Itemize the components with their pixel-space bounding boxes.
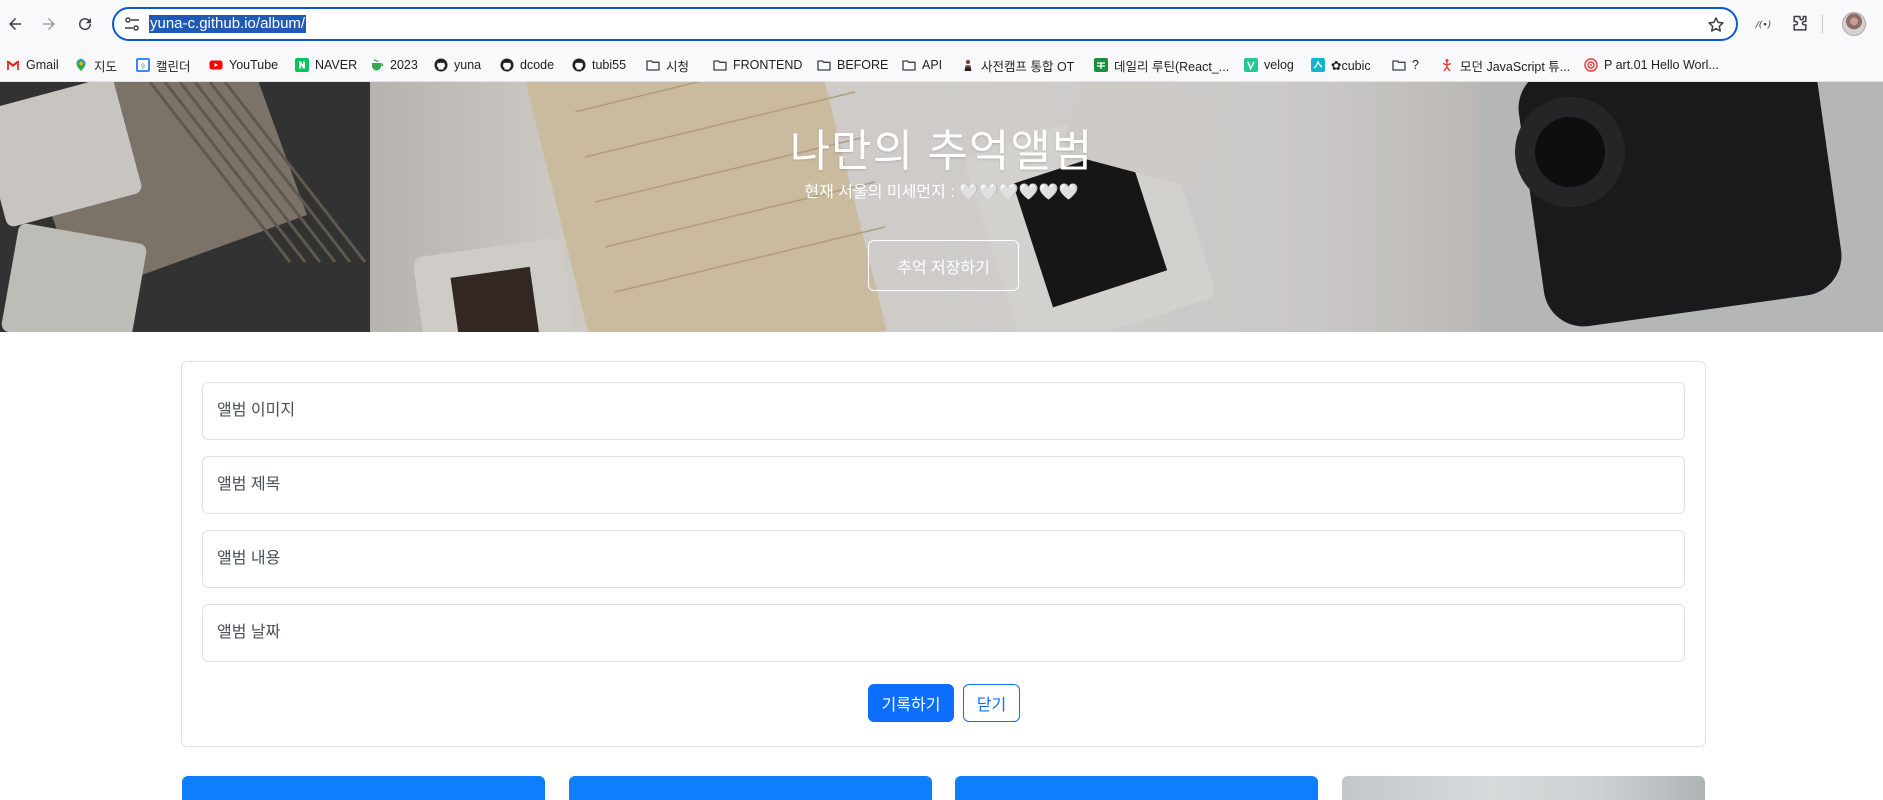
album-date-input[interactable] xyxy=(203,605,1684,661)
bookmark-label: 모던 JavaScript 튜... xyxy=(1460,59,1571,74)
bookmark-label: tubi55 xyxy=(592,58,627,72)
bookmark-label: velog xyxy=(1264,58,1294,72)
submit-record-button[interactable]: 기록하기 xyxy=(868,684,954,722)
bookmark-folder-frontend[interactable]: FRONTEND xyxy=(713,56,802,74)
arrow-right-icon xyxy=(43,18,55,30)
bookmark-dcode[interactable]: dcode xyxy=(500,56,554,74)
bookmark-folder-question[interactable]: ? xyxy=(1392,56,1419,74)
folder-icon xyxy=(1392,58,1406,72)
album-card[interactable] xyxy=(955,776,1318,800)
close-button[interactable]: 닫기 xyxy=(963,684,1020,722)
bookmark-label: FRONTEND xyxy=(733,58,803,72)
album-image-input[interactable] xyxy=(203,383,1684,439)
maps-icon xyxy=(74,58,88,72)
svg-text:9: 9 xyxy=(141,64,145,71)
bookmark-label: 데일리 루틴(React_... xyxy=(1114,59,1230,74)
folder-icon xyxy=(646,58,660,72)
bookmark-folder-시청[interactable]: 시청 xyxy=(646,56,689,74)
bookmark-label: YouTube xyxy=(229,58,279,72)
sheets-icon xyxy=(1094,58,1108,72)
bookmark-label: 시청 xyxy=(666,59,690,74)
cubic-icon xyxy=(1311,58,1325,72)
address-bar[interactable]: yuna-c.github.io/album/ xyxy=(112,7,1738,41)
reload-button[interactable] xyxy=(71,10,99,38)
folder-icon xyxy=(817,58,831,72)
bookmark-label: Gmail xyxy=(26,58,59,72)
bookmark-calendar[interactable]: 9 캘린더 xyxy=(136,56,191,74)
hero-overlay xyxy=(0,82,1883,332)
folder-icon xyxy=(713,58,727,72)
extensions-puzzle-icon[interactable] xyxy=(1788,12,1812,36)
bookmark-label: ? xyxy=(1412,58,1419,72)
extension-react-icon[interactable]: /(•) xyxy=(1752,12,1776,36)
fine-dust-status: 현재 서울의 미세먼지 : 🤍🤍🤍🤍🤍🤍 xyxy=(804,184,1079,201)
album-card[interactable] xyxy=(182,776,545,800)
gmail-icon xyxy=(6,58,20,72)
album-date-field[interactable] xyxy=(202,604,1685,662)
album-title-field[interactable] xyxy=(202,456,1685,514)
bookmark-star-icon[interactable] xyxy=(1706,15,1726,35)
save-memory-button[interactable]: 추억 저장하기 xyxy=(868,240,1019,291)
album-card[interactable] xyxy=(1342,776,1705,800)
bookmark-label: 캘린더 xyxy=(156,59,191,74)
bookmark-label: NAVER xyxy=(315,58,358,72)
bookmark-velog[interactable]: velog xyxy=(1244,56,1294,74)
bookmark-2023[interactable]: 2023 xyxy=(370,56,418,74)
back-button[interactable] xyxy=(1,10,29,38)
browser-toolbar: yuna-c.github.io/album/ /(•) xyxy=(0,0,1883,48)
svg-text:/(•): /(•) xyxy=(1755,19,1772,30)
github-icon xyxy=(572,58,586,72)
url-text[interactable]: yuna-c.github.io/album/ xyxy=(149,15,307,33)
bookmark-naver[interactable]: NAVER xyxy=(295,56,357,74)
hero-banner: 나만의 추억앨범 현재 서울의 미세먼지 : 🤍🤍🤍🤍🤍🤍 추억 저장하기 xyxy=(0,82,1883,332)
album-content-field[interactable] xyxy=(202,530,1685,588)
bookmark-daily-routine[interactable]: 데일리 루틴(React_... xyxy=(1094,56,1229,74)
album-card[interactable] xyxy=(569,776,932,800)
bookmark-folder-api[interactable]: API xyxy=(902,56,942,74)
javascript-info-icon xyxy=(1440,58,1454,72)
bookmark-maps[interactable]: 지도 xyxy=(74,56,117,74)
bookmark-label: dcode xyxy=(520,58,555,72)
bookmark-label: 지도 xyxy=(94,59,118,74)
bookmark-part01-hello-world[interactable]: P art.01 Hello Worl... xyxy=(1584,56,1719,74)
target-icon xyxy=(1584,58,1598,72)
bookmark-label: API xyxy=(922,58,943,72)
forward-button[interactable] xyxy=(35,10,63,38)
bookmark-label: 2023 xyxy=(390,58,418,72)
bookmarks-bar: Gmail 지도 9 캘린더 YouTube NAVER 2023 yuna d… xyxy=(0,48,1883,82)
calendar-icon: 9 xyxy=(136,58,150,72)
bookmark-yuna[interactable]: yuna xyxy=(434,56,481,74)
bookmark-label: 사전캠프 통합 OT xyxy=(981,59,1075,74)
folder-icon xyxy=(902,58,916,72)
youtube-icon xyxy=(209,58,223,72)
album-form-card: 기록하기 닫기 xyxy=(181,361,1706,747)
bookmark-tubi55[interactable]: tubi55 xyxy=(572,56,626,74)
album-title-input[interactable] xyxy=(203,457,1684,513)
velog-icon xyxy=(1244,58,1258,72)
arrow-left-icon xyxy=(9,18,21,30)
naver-icon xyxy=(295,58,309,72)
album-content-input[interactable] xyxy=(203,531,1684,587)
bookmark-label: yuna xyxy=(454,58,482,72)
bookmark-precamp-ot[interactable]: 사전캠프 통합 OT xyxy=(961,56,1074,74)
album-image-field[interactable] xyxy=(202,382,1685,440)
bookmark-modern-javascript[interactable]: 모던 JavaScript 튜... xyxy=(1440,56,1570,74)
bookmark-cubic[interactable]: ✿cubic xyxy=(1311,56,1371,74)
bookmark-label: BEFORE xyxy=(837,58,889,72)
page-title: 나만의 추억앨범 xyxy=(789,127,1094,176)
toolbar-divider xyxy=(1822,15,1823,33)
bookmark-label: P art.01 Hello Worl... xyxy=(1604,58,1719,72)
cup-icon xyxy=(370,58,384,72)
bookmark-folder-before[interactable]: BEFORE xyxy=(817,56,888,74)
bookmark-youtube[interactable]: YouTube xyxy=(209,56,278,74)
bookmark-label: ✿cubic xyxy=(1331,58,1371,73)
github-icon xyxy=(500,58,514,72)
reload-icon xyxy=(79,18,92,31)
notion-icon xyxy=(961,58,975,72)
site-settings-icon[interactable] xyxy=(124,16,140,32)
bookmark-gmail[interactable]: Gmail xyxy=(6,56,59,74)
github-icon xyxy=(434,58,448,72)
profile-avatar[interactable] xyxy=(1842,12,1866,36)
